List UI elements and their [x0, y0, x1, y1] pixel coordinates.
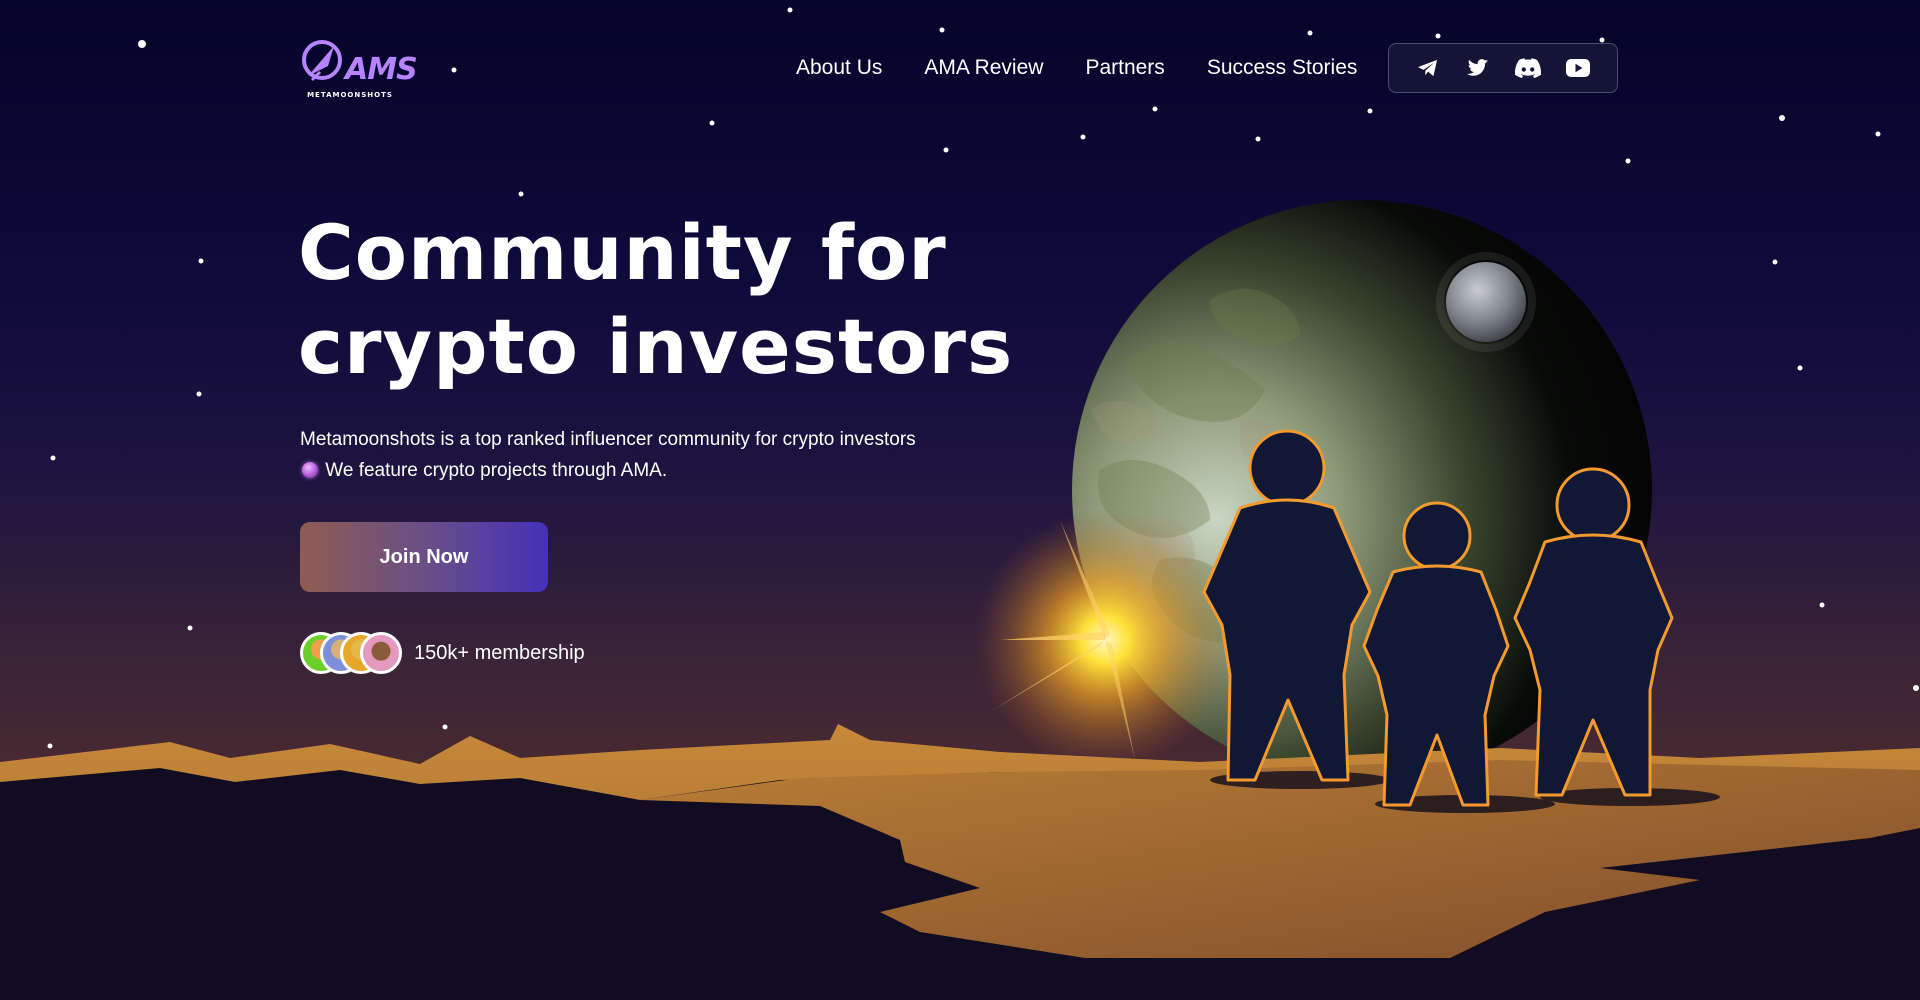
landing-page: AMS METAMOONSHOTS About Us AMA Review Pa…: [0, 0, 1920, 1000]
discord-icon: [1515, 58, 1541, 78]
nav-item-success-stories[interactable]: Success Stories: [1207, 56, 1358, 80]
nav-item-about-us[interactable]: About Us: [796, 56, 882, 80]
nav-item-partners[interactable]: Partners: [1085, 56, 1164, 80]
hero-title: Community for crypto investors: [298, 206, 1013, 394]
hero-title-line-1: Community for: [298, 208, 947, 297]
member-avatars: [300, 632, 402, 674]
join-now-button[interactable]: Join Now: [300, 522, 548, 592]
logo-text: AMS: [345, 52, 418, 87]
twitter-button[interactable]: [1462, 52, 1494, 84]
hero-description: Metamoonshots is a top ranked influencer…: [300, 424, 920, 486]
hero-description-text: Metamoonshots is a top ranked influencer…: [300, 429, 916, 450]
membership-info: 150k+ membership: [300, 632, 585, 674]
youtube-icon: [1566, 59, 1590, 77]
sun-flare: [975, 510, 1235, 770]
logo-subtitle: METAMOONSHOTS: [307, 91, 393, 99]
space-scene: [0, 7, 1920, 1000]
nav-item-ama-review[interactable]: AMA Review: [924, 56, 1043, 80]
hero-title-line-2: crypto investors: [298, 302, 1014, 391]
hero-description-text-2: We feature crypto projects through AMA.: [320, 460, 668, 481]
discord-button[interactable]: [1512, 52, 1544, 84]
social-links: [1388, 43, 1618, 93]
youtube-button[interactable]: [1562, 52, 1594, 84]
twitter-icon: [1467, 59, 1489, 76]
avatar: [360, 632, 402, 674]
telegram-icon: [1418, 59, 1438, 77]
membership-count: 150k+ membership: [414, 641, 585, 664]
main-nav: About Us AMA Review Partners Success Sto…: [796, 56, 1357, 80]
moon: [1446, 262, 1526, 342]
telegram-button[interactable]: [1412, 52, 1444, 84]
crystal-ball-icon: [302, 462, 318, 478]
